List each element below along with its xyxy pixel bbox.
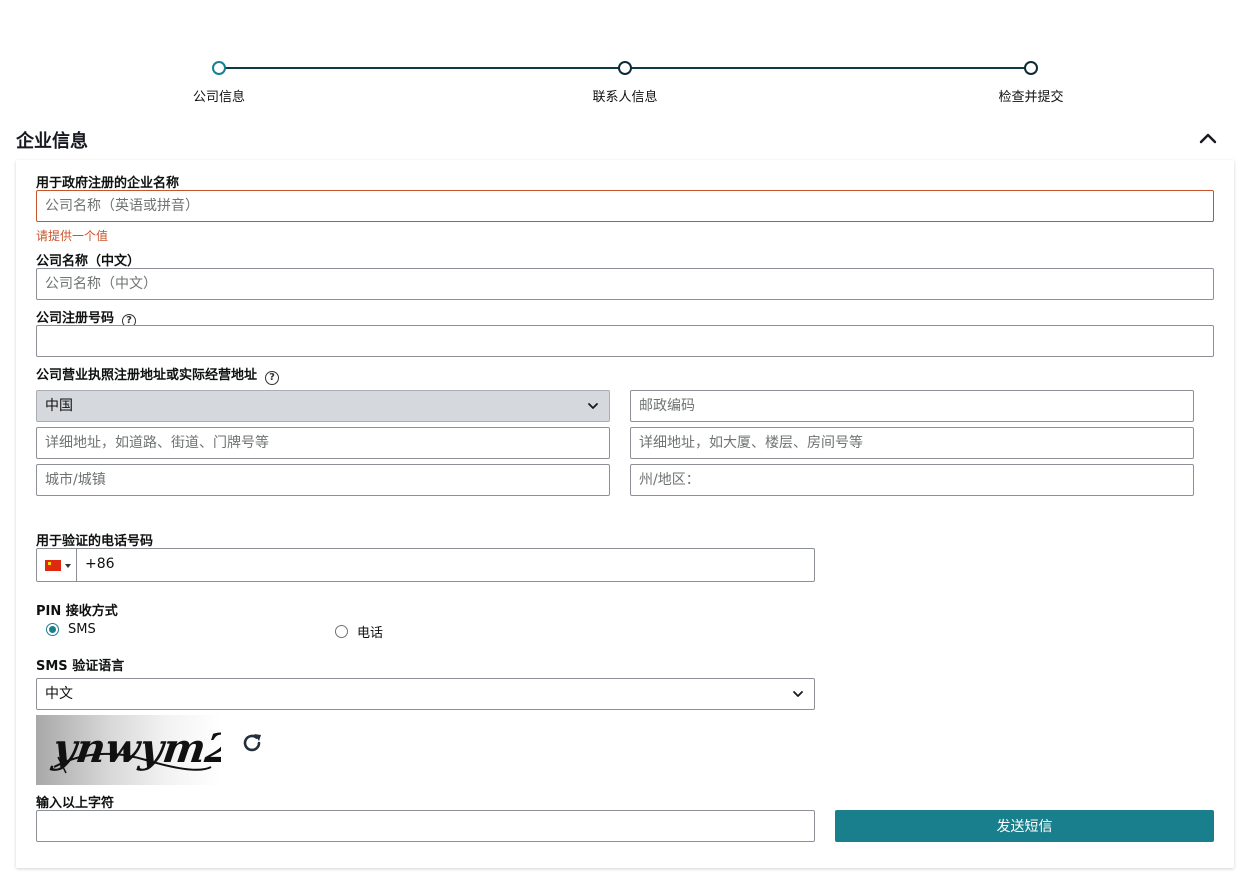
phone-field: +86 <box>36 548 815 582</box>
radio-phone[interactable] <box>335 625 348 638</box>
progress-stepper: 公司信息 联系人信息 检查并提交 <box>0 0 1244 120</box>
captcha-text: ynwym2 <box>49 725 221 772</box>
chevron-down-icon <box>793 691 803 697</box>
company-name-error: 请提供一个值 <box>36 229 109 243</box>
step-dot-review-submit <box>1024 61 1038 75</box>
step-dot-contact-info <box>618 61 632 75</box>
sms-language-label: SMS 验证语言 <box>36 659 125 674</box>
country-code-dropdown[interactable] <box>37 549 77 581</box>
refresh-captcha-button[interactable] <box>240 731 264 755</box>
city-input[interactable] <box>36 464 610 496</box>
chevron-up-icon <box>1199 133 1217 144</box>
refresh-icon <box>243 734 261 752</box>
captcha-graphic: ynwym2 <box>49 725 221 774</box>
radio-sms[interactable] <box>46 623 59 636</box>
step-dot-company-info <box>212 61 226 75</box>
captcha-image: ynwym2 <box>36 715 221 785</box>
pin-option-sms-label: SMS <box>68 622 96 637</box>
pin-method-label: PIN 接收方式 <box>36 604 118 619</box>
captcha-input[interactable] <box>36 810 815 842</box>
caret-down-icon <box>65 564 71 568</box>
company-name-cn-label: 公司名称（中文） <box>36 254 141 269</box>
country-select-value: 中国 <box>45 398 73 414</box>
address-label: 公司营业执照注册地址或实际经营地址? <box>36 364 280 385</box>
country-select[interactable]: 中国 <box>36 390 610 422</box>
pin-option-phone[interactable]: 电话 <box>335 622 383 641</box>
company-name-cn-input[interactable] <box>36 268 1214 300</box>
address-label-text: 公司营业执照注册地址或实际经营地址 <box>36 368 258 383</box>
section-title: 企业信息 <box>16 131 88 152</box>
chevron-down-icon <box>588 403 598 409</box>
captcha-input-label: 输入以上字符 <box>36 796 115 811</box>
phone-number-value[interactable]: +86 <box>85 556 115 572</box>
reg-number-label-text: 公司注册号码 <box>36 311 115 326</box>
address-line1-input[interactable] <box>36 427 610 459</box>
postal-code-input[interactable] <box>630 390 1194 422</box>
send-sms-button[interactable]: 发送短信 <box>835 810 1214 842</box>
step-label-company-info: 公司信息 <box>192 90 246 105</box>
state-input[interactable] <box>630 464 1194 496</box>
reg-number-input[interactable] <box>36 325 1214 357</box>
china-flag-icon <box>45 560 61 571</box>
sms-language-value: 中文 <box>45 686 73 702</box>
company-name-label: 用于政府注册的企业名称 <box>36 176 180 191</box>
address-line2-input[interactable] <box>630 427 1194 459</box>
step-label-contact-info: 联系人信息 <box>592 90 658 105</box>
pin-option-sms[interactable]: SMS <box>46 622 96 637</box>
phone-label: 用于验证的电话号码 <box>36 534 154 549</box>
pin-option-phone-label: 电话 <box>357 626 384 641</box>
step-label-review-submit: 检查并提交 <box>998 90 1064 105</box>
collapse-button[interactable] <box>1196 127 1220 151</box>
company-name-input[interactable] <box>36 190 1214 222</box>
help-circle-icon[interactable]: ? <box>265 371 280 385</box>
sms-language-select[interactable]: 中文 <box>36 678 815 710</box>
